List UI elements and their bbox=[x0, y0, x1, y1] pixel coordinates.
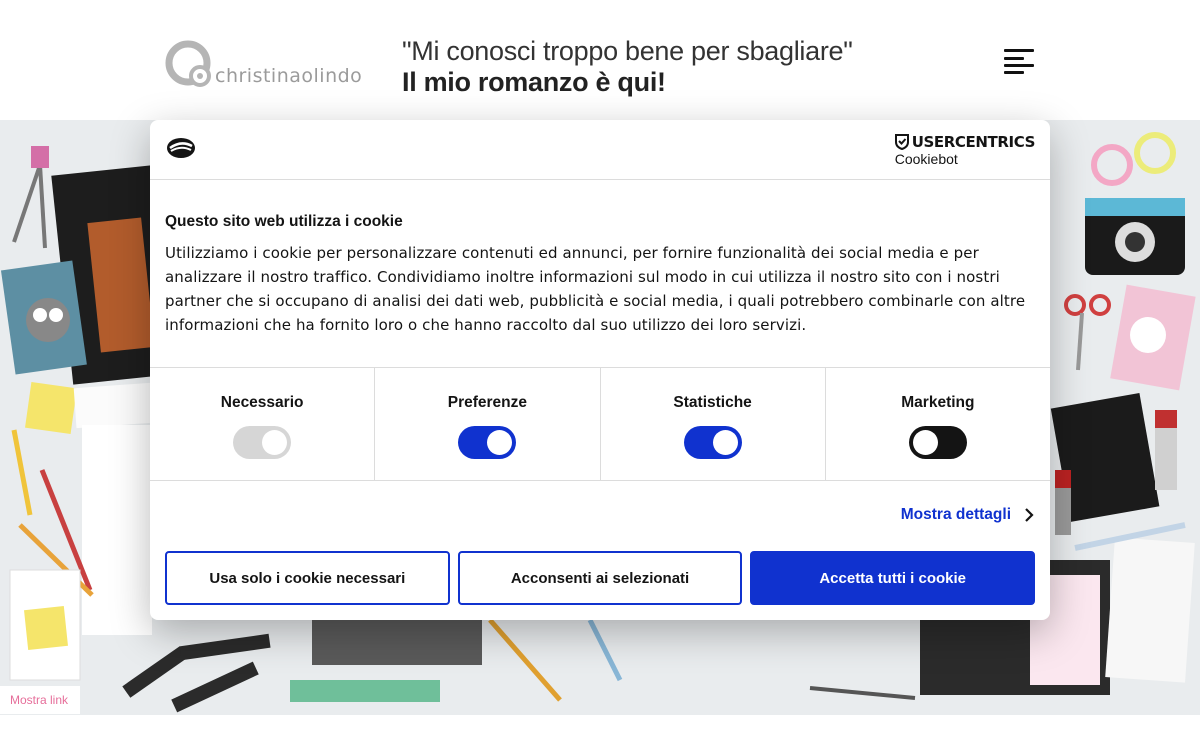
necessary-switch bbox=[233, 426, 292, 459]
menu-icon[interactable] bbox=[1004, 49, 1036, 75]
details-row: Mostra dettagli bbox=[150, 481, 1050, 551]
show-link[interactable]: Mostra link bbox=[0, 686, 80, 714]
logo-text: christinaolindo bbox=[215, 65, 363, 87]
use-necessary-only-button[interactable]: Usa solo i cookie necessari bbox=[165, 551, 450, 605]
brand-main-text: USERCENTRICS bbox=[911, 133, 1036, 151]
logo-mark-icon bbox=[165, 40, 211, 87]
toggle-label: Necessario bbox=[220, 394, 304, 411]
toggle-necessary: Necessario bbox=[150, 368, 376, 480]
site-header: christinaolindo "Mi conosci troppo bene … bbox=[0, 0, 1200, 120]
brand-sub-text: Cookiebot bbox=[894, 151, 958, 167]
tagline-sub: Il mio romanzo è qui! bbox=[402, 67, 666, 97]
marketing-switch[interactable] bbox=[908, 426, 967, 459]
toggle-label: Marketing bbox=[901, 394, 975, 411]
toggle-label: Statistiche bbox=[673, 394, 752, 411]
toggle-label: Preferenze bbox=[447, 394, 527, 411]
site-logo[interactable]: christinaolindo bbox=[165, 40, 362, 88]
cookie-icon bbox=[167, 138, 195, 158]
tagline[interactable]: "Mi conosci troppo bene per sbagliare" I… bbox=[402, 36, 853, 98]
shield-icon bbox=[894, 134, 909, 150]
usercentrics-brand[interactable]: USERCENTRICS Cookiebot bbox=[894, 133, 1036, 167]
dialog-buttons: Usa solo i cookie necessari Acconsenti a… bbox=[150, 551, 1050, 605]
tagline-quote: "Mi conosci troppo bene per sbagliare" bbox=[402, 36, 853, 66]
accept-all-button[interactable]: Accetta tutti i cookie bbox=[750, 551, 1036, 605]
dialog-description: Utilizziamo i cookie per personalizzare … bbox=[165, 244, 1026, 334]
preferences-switch[interactable] bbox=[458, 426, 517, 459]
consent-toggles: Necessario Preferenze Statistiche Market… bbox=[150, 368, 1050, 481]
bottom-strip bbox=[0, 715, 1200, 740]
dialog-content: Questo sito web utilizza i cookie Utiliz… bbox=[150, 180, 1050, 368]
toggle-preferences: Preferenze bbox=[375, 368, 601, 480]
chevron-right-icon bbox=[1025, 508, 1034, 522]
dialog-title: Questo sito web utilizza i cookie bbox=[165, 213, 403, 230]
allow-selected-button[interactable]: Acconsenti ai selezionati bbox=[457, 551, 743, 605]
show-details-label: Mostra dettagli bbox=[900, 506, 1011, 523]
toggle-statistics: Statistiche bbox=[601, 368, 826, 480]
show-details-link[interactable]: Mostra dettagli bbox=[901, 506, 1035, 524]
toggle-marketing: Marketing bbox=[826, 368, 1050, 480]
dialog-header: USERCENTRICS Cookiebot bbox=[150, 120, 1050, 180]
statistics-switch[interactable] bbox=[683, 426, 742, 459]
cookie-consent-dialog: USERCENTRICS Cookiebot Questo sito web u… bbox=[150, 120, 1050, 620]
